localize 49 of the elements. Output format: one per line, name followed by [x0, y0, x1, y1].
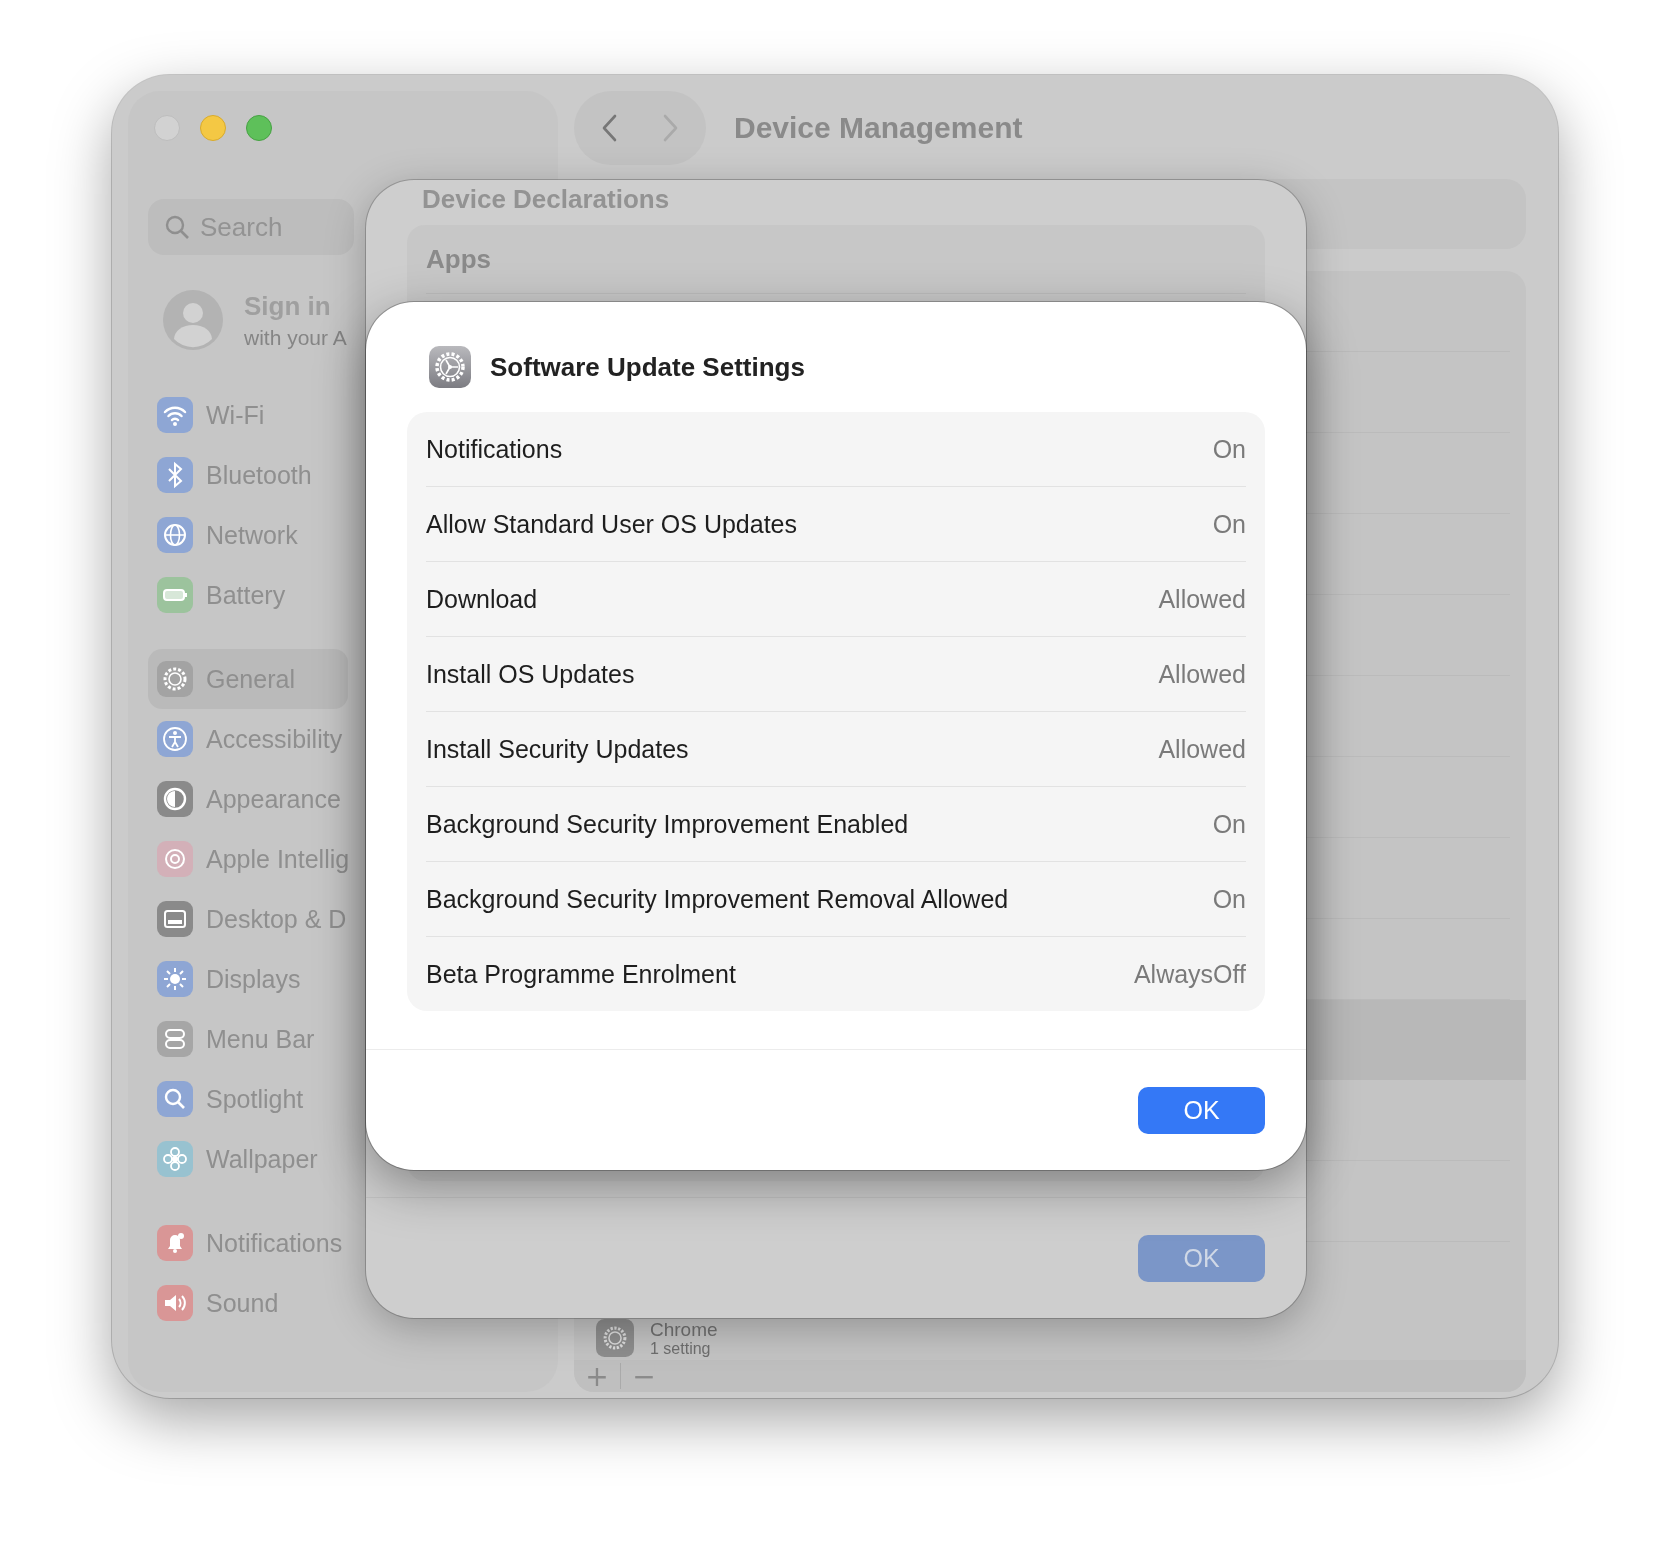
gear-icon	[596, 1319, 634, 1357]
settings-row-label[interactable]: Apps	[426, 225, 1246, 294]
avatar-icon	[162, 289, 224, 351]
setting-value: On	[1212, 509, 1246, 539]
add-button[interactable]: +	[574, 1359, 620, 1392]
sun-icon	[156, 960, 194, 998]
flower-icon	[156, 1140, 194, 1178]
accessibility-icon	[156, 720, 194, 758]
chevron-left-icon	[600, 113, 618, 143]
speaker-icon	[156, 1284, 194, 1322]
bell-icon	[156, 1224, 194, 1262]
setting-value: On	[1212, 434, 1246, 464]
chevron-right-icon	[662, 113, 680, 143]
remove-button[interactable]: −	[621, 1359, 667, 1392]
section-title: Device Declarations	[421, 183, 671, 215]
minimize-button[interactable]	[200, 115, 226, 141]
dialog-title: Software Update Settings	[490, 351, 805, 383]
setting-label: Background Security Improvement Enabled	[426, 809, 909, 839]
search-icon	[164, 214, 190, 240]
setting-label: Notifications	[426, 434, 563, 464]
wifi-icon	[156, 396, 194, 434]
item-title: Chrome	[650, 1318, 718, 1340]
window-title: Device Management	[734, 111, 1023, 145]
window-icon	[156, 900, 194, 938]
ok-button[interactable]: OK	[1138, 1086, 1265, 1134]
setting-label: Install Security Updates	[426, 734, 689, 764]
toggles-icon	[156, 1020, 194, 1058]
setting-label: Download	[426, 584, 538, 614]
setting-value: Allowed	[1158, 659, 1246, 689]
globe-icon	[156, 516, 194, 554]
setting-value: Allowed	[1158, 734, 1246, 764]
setting-label: Allow Standard User OS Updates	[426, 509, 797, 539]
battery-icon	[156, 576, 194, 614]
gear-icon	[428, 345, 472, 389]
setting-value: AlwaysOff	[1133, 959, 1246, 989]
setting-label: Background Security Improvement Removal Allowed	[426, 884, 1009, 914]
gear-icon	[156, 660, 194, 698]
zoom-button[interactable]	[246, 115, 272, 141]
account-subtitle: with your A	[244, 325, 347, 350]
item-subtitle: 1 setting	[650, 1339, 712, 1358]
search-icon	[156, 1080, 194, 1118]
setting-value: Allowed	[1158, 584, 1246, 614]
setting-value: On	[1212, 809, 1246, 839]
setting-label: Install OS Updates	[426, 659, 635, 689]
setting-value: On	[1212, 884, 1246, 914]
bluetooth-icon	[156, 456, 194, 494]
ring-icon	[156, 840, 194, 878]
ok-button[interactable]: OK	[1138, 1234, 1265, 1282]
setting-label: Beta Programme Enrolment	[426, 959, 736, 989]
